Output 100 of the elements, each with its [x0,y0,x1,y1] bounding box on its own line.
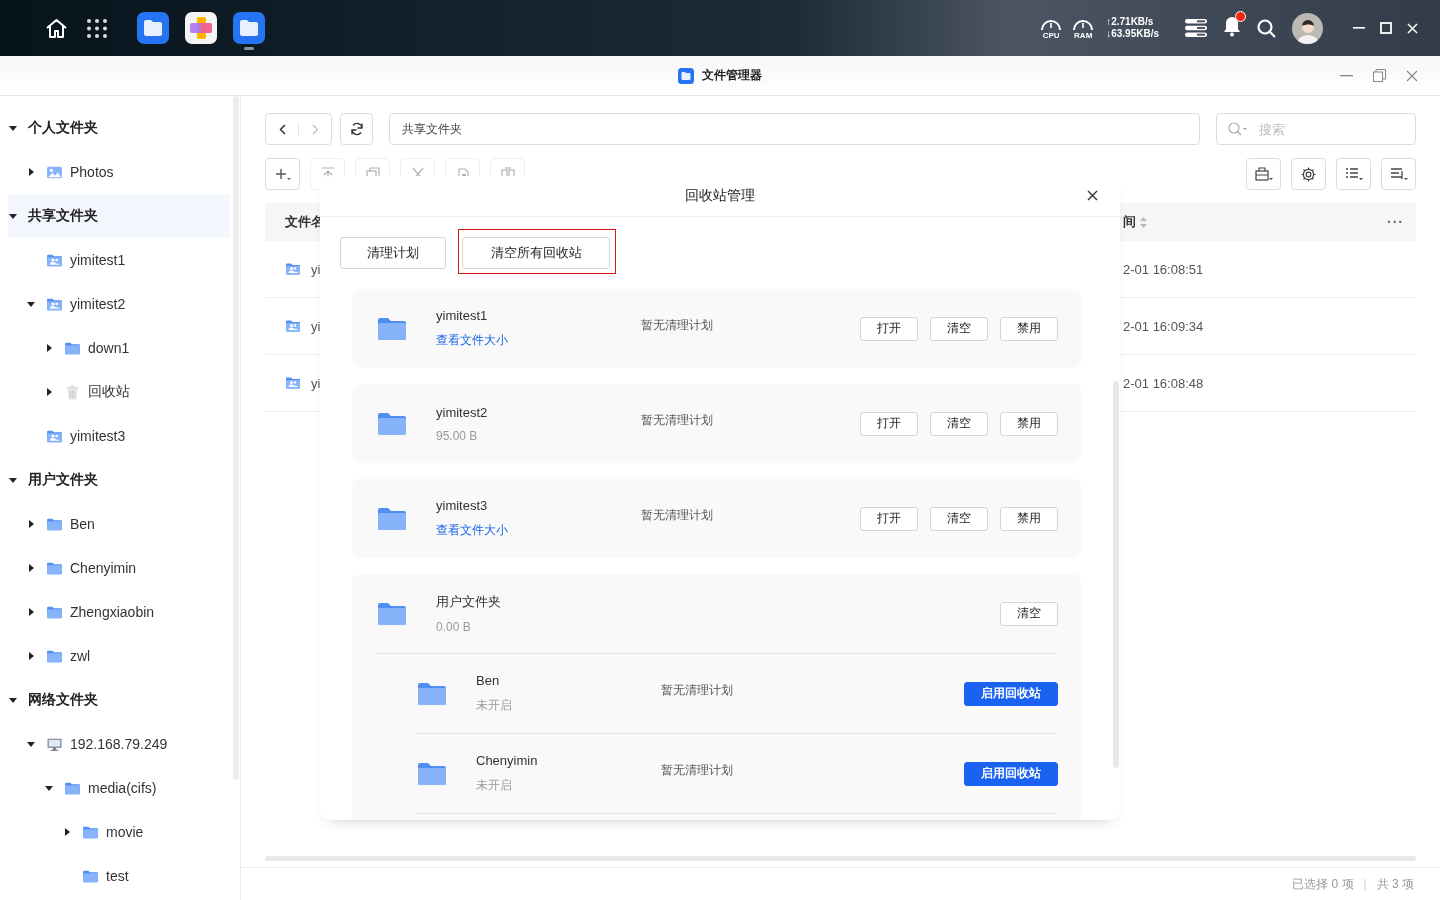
window-title: 文件管理器 [702,67,762,84]
tree-item[interactable]: yimitest1 [0,238,230,282]
search-field[interactable]: 搜索 [1216,113,1416,145]
action-button[interactable]: 禁用 [1000,411,1058,436]
tree-item[interactable]: 192.168.79.249 [0,722,230,766]
tree-item[interactable]: Photos [0,150,230,194]
sort-icon [1389,167,1408,181]
minimize-icon[interactable] [1340,74,1353,77]
group-name: 用户文件夹 [436,593,502,611]
table-cell: 2-01 16:08:48 [1123,375,1204,391]
status-label: 未开启 [476,697,513,714]
action-button[interactable]: 清空 [930,316,988,341]
caret-icon[interactable] [9,476,17,484]
table-cell: yi [311,318,321,334]
gauge-label: CPU [1042,30,1060,40]
restore-icon[interactable] [1373,69,1386,82]
settings-icon [1301,166,1316,182]
trash-icon [64,383,81,401]
tree-item[interactable]: yimitest3 [0,414,230,458]
folder-app-icon [678,67,694,84]
scrollbar[interactable] [233,96,239,780]
sort-button[interactable] [1381,158,1416,190]
action-button[interactable]: 打开 [860,506,918,531]
item-count: 共 3 项 [1376,875,1414,893]
action-button[interactable]: 清空 [930,411,988,436]
tree-item[interactable]: Ben [0,502,230,546]
action-button[interactable]: 打开 [860,316,918,341]
size-label: 0.00 B [436,620,472,634]
action-button[interactable]: 清空 [930,506,988,531]
download-speed: ↓63.95KB/s [1106,28,1159,40]
tree-item[interactable]: media(cifs) [0,766,230,810]
selection-count: 已选择 0 项 [1292,875,1354,893]
share-name: yimitest1 [436,308,489,323]
bell-icon[interactable] [1223,15,1241,37]
tree-item[interactable]: 用户文件夹 [0,458,230,502]
tree-item[interactable]: test [0,854,230,898]
more-button[interactable]: ··· [1387,214,1404,230]
user-name: Chenyimin [476,753,539,768]
list-view-icon [1344,167,1363,181]
home-icon[interactable] [45,17,68,39]
caret-icon[interactable] [27,564,35,572]
plus-icon [274,167,291,181]
caret-icon[interactable] [27,652,35,660]
action-button[interactable]: 清空所有回收站 [462,237,610,269]
toolbar-button[interactable] [265,158,300,190]
tree-item[interactable]: zwl [0,634,230,678]
action-button[interactable]: 清理计划 [340,237,446,269]
caret-icon[interactable] [9,212,17,220]
action-button[interactable]: 打开 [860,411,918,436]
caret-icon[interactable] [27,168,35,176]
action-button[interactable]: 禁用 [1000,316,1058,341]
path-field[interactable]: 共享文件夹 [389,113,1200,145]
refresh-button[interactable] [340,113,373,145]
caret-icon[interactable] [27,300,35,308]
tree-item[interactable]: movie [0,810,230,854]
caret-icon[interactable] [9,696,17,704]
shared-folder-icon [285,261,301,277]
status-label: 未开启 [476,777,513,794]
chevron-right-icon [311,123,319,135]
plan-label: 暂无清理计划 [641,317,714,334]
enable-button[interactable]: 启用回收站 [964,681,1058,706]
action-button[interactable]: 禁用 [1000,506,1058,531]
shared-folder-icon [285,375,301,391]
view-size-link[interactable]: 查看文件大小 [436,522,641,539]
enable-button[interactable]: 启用回收站 [964,761,1058,786]
briefcase-button[interactable] [1246,158,1281,190]
close-icon[interactable] [1087,190,1098,201]
search-icon[interactable] [1257,18,1276,38]
caret-icon[interactable] [27,608,35,616]
caret-icon[interactable] [45,344,53,352]
caret-icon[interactable] [27,740,35,748]
tree-item[interactable]: 共享文件夹 [8,194,230,238]
tree-item[interactable]: down1 [0,326,230,370]
list-view-button[interactable] [1336,158,1371,190]
action-button[interactable]: 清空 [1000,601,1058,626]
table-cell: yi [311,375,321,391]
tree-item[interactable]: 个人文件夹 [0,106,230,150]
maximize-icon[interactable] [1380,22,1392,34]
table-cell: yi [311,261,321,277]
tree-item[interactable]: Chenyimin [0,546,230,590]
app-grid-icon[interactable] [87,18,107,38]
settings-button[interactable] [1291,158,1326,190]
tree-item[interactable]: yimitest2 [0,282,230,326]
caret-icon[interactable] [63,828,71,836]
column-header[interactable]: 间 [1123,213,1136,231]
tree-item[interactable]: 回收站 [0,370,230,414]
caret-icon[interactable] [27,520,35,528]
caret-icon[interactable] [9,124,17,132]
caret-icon[interactable] [45,784,53,792]
shared-folder-icon [285,318,301,334]
share-name: yimitest2 [436,404,489,420]
refresh-icon [349,122,364,136]
caret-icon[interactable] [45,388,53,396]
avatar[interactable] [1292,12,1323,44]
server-icon[interactable] [1185,19,1207,37]
folder-app-icon[interactable] [233,12,265,50]
tree-item[interactable]: Zhengxiaobin [0,590,230,634]
user-name: Ben [476,673,501,688]
tree-item[interactable]: 网络文件夹 [0,678,230,722]
view-size-link[interactable]: 查看文件大小 [436,332,641,349]
